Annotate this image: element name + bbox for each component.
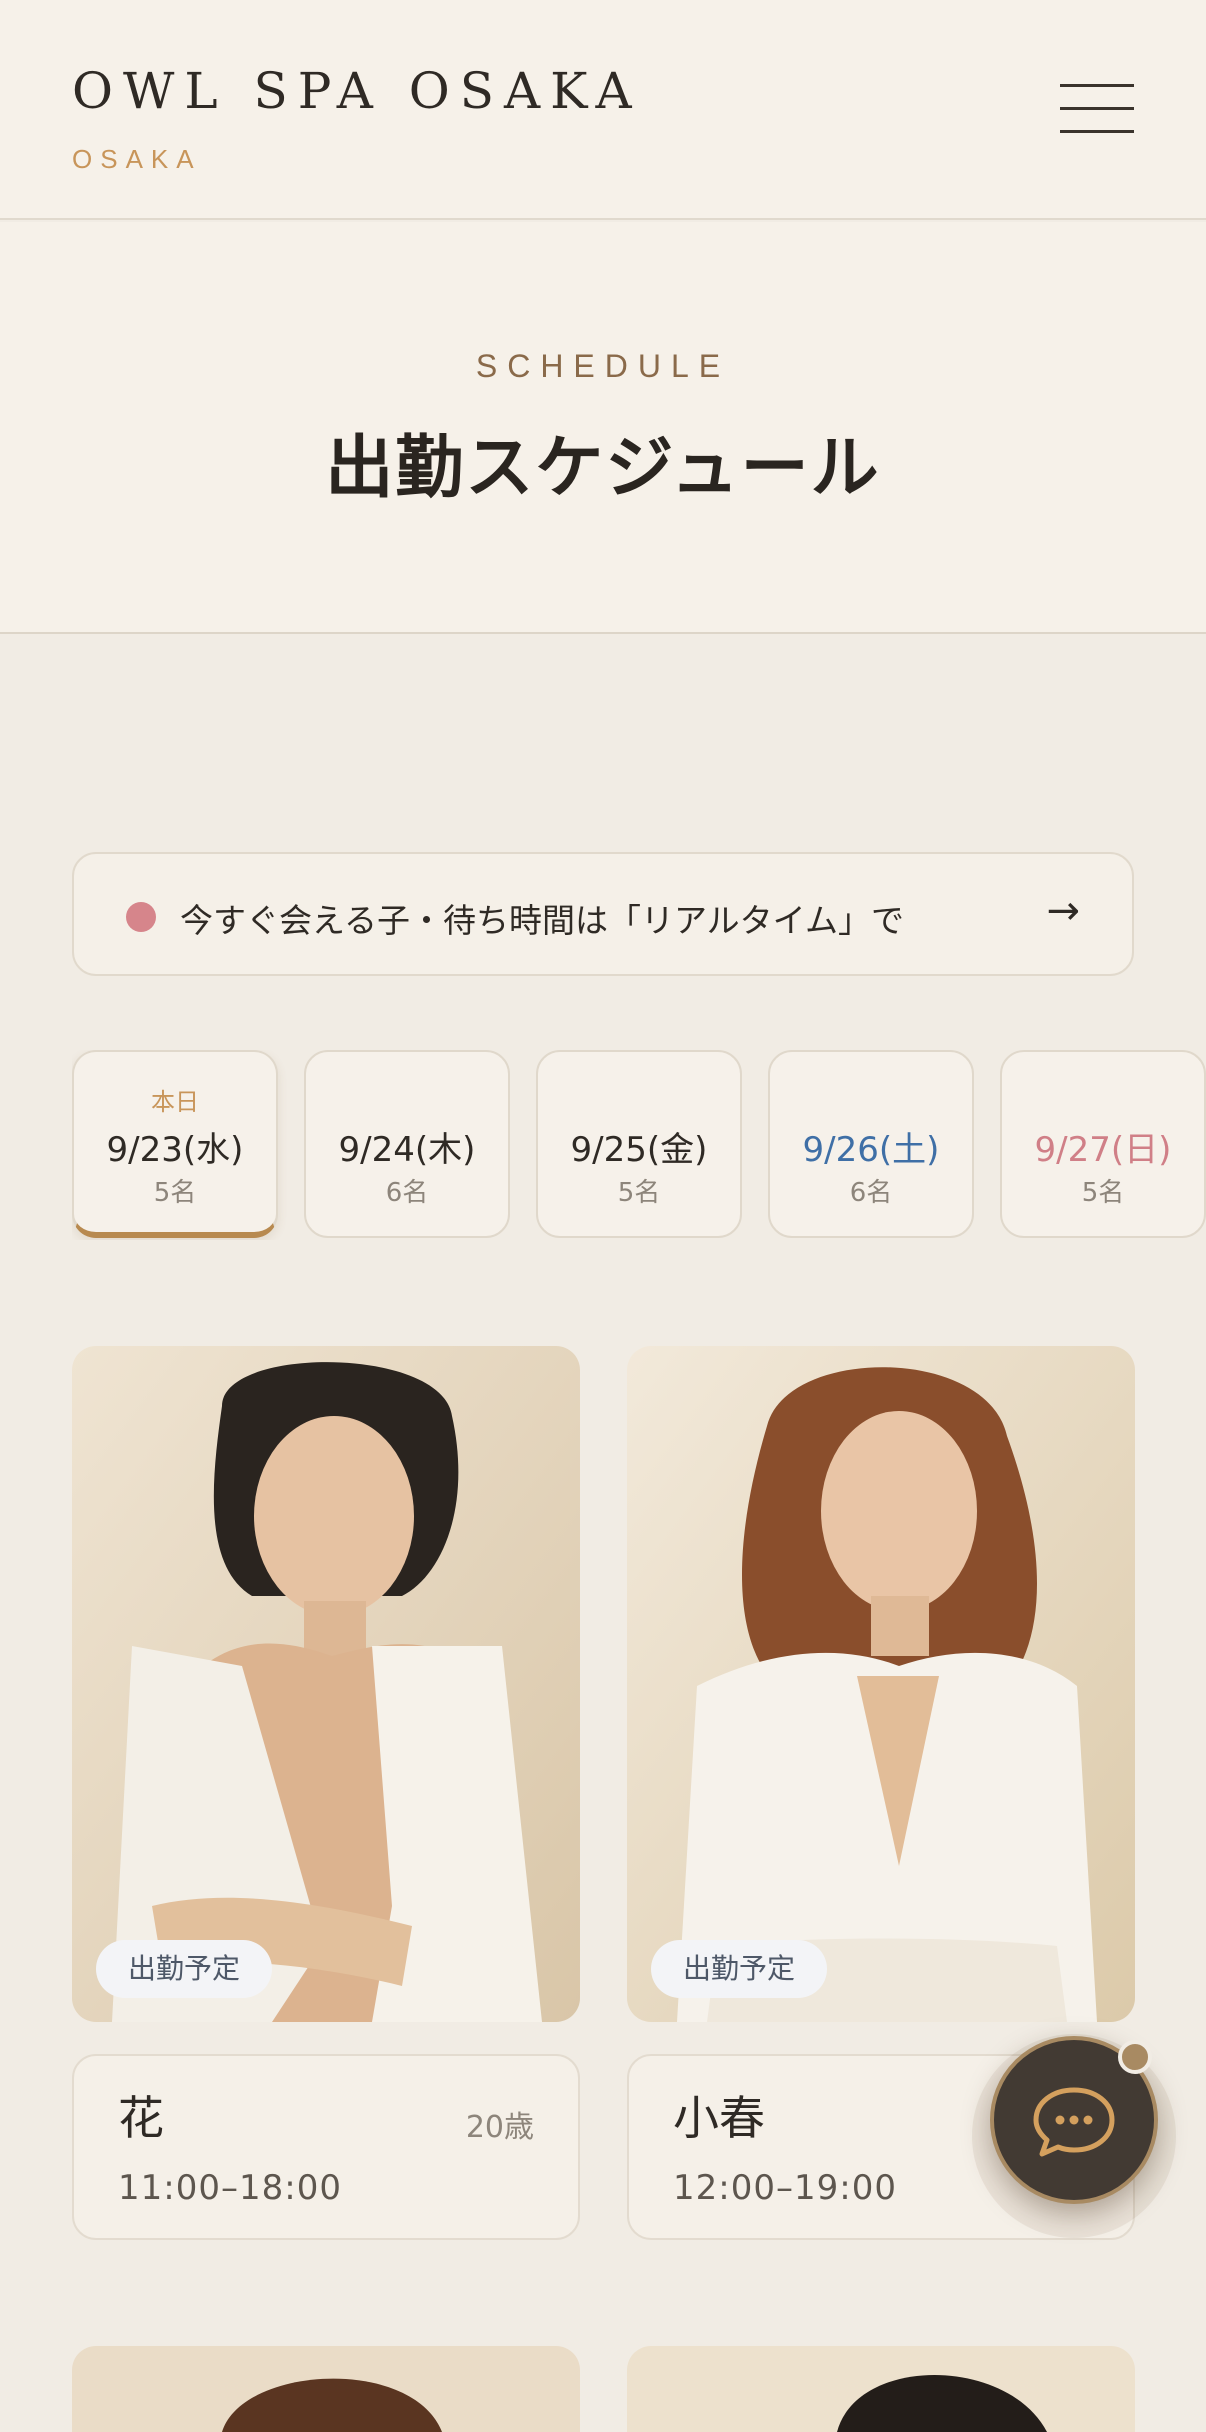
date-tab-count: 6名 (849, 1178, 893, 1208)
brand-subtitle: OSAKA (72, 144, 202, 174)
cast-photo[interactable]: 出勤予定 (627, 1346, 1135, 2022)
cast-portrait-image (72, 2346, 580, 2432)
date-tabs: 本日 9/23(水) 5名 9/24(木) 6名 9/25(金) 5名 9/26… (72, 1050, 1206, 1240)
date-tab[interactable]: 9/24(木) 6名 (304, 1050, 510, 1238)
date-tab-count: 5名 (1081, 1178, 1125, 1208)
date-tab-date: 9/26(土) (802, 1130, 940, 1170)
hamburger-icon-line (1060, 107, 1134, 110)
cast-portrait-image (72, 1346, 580, 2022)
date-tab[interactable]: 9/25(金) 5名 (536, 1050, 742, 1238)
hamburger-icon-line (1060, 130, 1134, 133)
realtime-link[interactable]: 今すぐ会える子・待ち時間は「リアルタイム」で → (72, 852, 1134, 976)
cast-photo[interactable] (627, 2346, 1135, 2432)
status-badge: 出勤予定 (96, 1940, 273, 1998)
today-label: 本日 (151, 1088, 199, 1116)
page-title-section: SCHEDULE 出勤スケジュール (0, 222, 1206, 634)
live-dot-icon (126, 902, 156, 932)
date-tab-count: 5名 (153, 1178, 197, 1208)
page: OWL SPA OSAKA OSAKA SCHEDULE 出勤スケジュール 今す… (0, 0, 1206, 2432)
date-tab-count: 5名 (617, 1178, 661, 1208)
cast-shift-time: 12:00–19:00 (673, 2168, 897, 2208)
cast-info-card[interactable]: 花 20歳 11:00–18:00 (72, 2054, 580, 2240)
hamburger-icon (1060, 84, 1134, 87)
notification-dot-icon (1118, 2040, 1152, 2074)
cast-portrait-image (627, 2346, 1135, 2432)
date-tab-count: 6名 (385, 1178, 429, 1208)
realtime-text: 今すぐ会える子・待ち時間は「リアルタイム」で (180, 901, 905, 940)
cast-photo[interactable]: 出勤予定 (72, 1346, 580, 2022)
site-header: OWL SPA OSAKA OSAKA (0, 0, 1206, 220)
cast-name: 花 (118, 2091, 164, 2145)
cast-name: 小春 (673, 2091, 765, 2145)
page-title: 出勤スケジュール (325, 428, 881, 508)
brand-logo[interactable]: OWL SPA OSAKA (72, 62, 642, 120)
arrow-right-icon: → (1046, 888, 1080, 934)
date-tab-saturday[interactable]: 9/26(土) 6名 (768, 1050, 974, 1238)
date-tab-date: 9/23(水) (106, 1130, 244, 1170)
date-tab-date: 9/25(金) (570, 1130, 708, 1170)
cast-photo[interactable] (72, 2346, 580, 2432)
cast-shift-time: 11:00–18:00 (118, 2168, 342, 2208)
section-eyebrow: SCHEDULE (475, 348, 731, 384)
date-tab-sunday[interactable]: 9/27(日) 5名 (1000, 1050, 1206, 1238)
status-badge: 出勤予定 (651, 1940, 828, 1998)
date-tab-date: 9/27(日) (1034, 1130, 1172, 1170)
cast-age: 20歳 (465, 2110, 534, 2145)
date-tab-today[interactable]: 本日 9/23(水) 5名 (72, 1050, 278, 1238)
menu-button[interactable] (1060, 84, 1134, 134)
date-tab-date: 9/24(木) (338, 1130, 476, 1170)
cast-portrait-image (627, 1346, 1135, 2022)
